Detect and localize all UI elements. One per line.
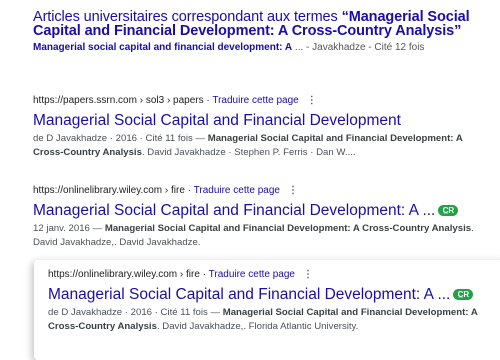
snippet-meta: 12 janv. 2016 — bbox=[33, 223, 105, 234]
result-title[interactable]: Managerial Social Capital and Financial … bbox=[48, 286, 498, 304]
snippet-rest: . David Javakhadze · Stephen P. Ferris ·… bbox=[141, 147, 356, 158]
result-snippet: de D Javakhadze · 2016 · Cité 11 fois — … bbox=[48, 306, 498, 334]
result-title-text[interactable]: Managerial Social Capital and Financial … bbox=[33, 202, 435, 219]
search-result-wiley-1: https://onlinelibrary.wiley.com › fire ·… bbox=[33, 185, 495, 250]
result-title[interactable]: Managerial Social Capital and Financial … bbox=[33, 112, 495, 130]
search-result-wiley-2-card: https://onlinelibrary.wiley.com › fire ·… bbox=[34, 260, 500, 360]
snippet-meta: de D Javakhadze · 2016 · Cité 11 fois — bbox=[48, 307, 223, 318]
scholar-block: Articles universitaires correspondant au… bbox=[33, 10, 498, 54]
result-snippet: de D Javakhadze · 2016 · Cité 11 fois — … bbox=[33, 132, 495, 160]
scholar-sub-rest: ... - Javakhadze - Cité 12 fois bbox=[292, 42, 425, 53]
scholar-subline: Managerial social capital and financial … bbox=[33, 42, 498, 54]
translate-link[interactable]: Traduire cette page bbox=[194, 185, 280, 196]
result-url[interactable]: https://onlinelibrary.wiley.com › fire bbox=[33, 185, 185, 196]
snippet-meta: de D Javakhadze · 2016 · Cité 11 fois — bbox=[33, 133, 208, 144]
snippet-rest: . David Javakhadze,. Florida Atlantic Un… bbox=[156, 321, 359, 332]
url-separator: · bbox=[199, 269, 209, 280]
scholar-title[interactable]: Articles universitaires correspondant au… bbox=[33, 10, 498, 39]
translate-link[interactable]: Traduire cette page bbox=[212, 95, 298, 106]
scholar-sub-link[interactable]: Managerial social capital and financial … bbox=[33, 42, 292, 53]
result-url[interactable]: https://onlinelibrary.wiley.com › fire bbox=[48, 269, 200, 280]
search-result-wiley-2: https://onlinelibrary.wiley.com › fire ·… bbox=[48, 269, 498, 334]
more-options-icon[interactable]: ⋮ bbox=[303, 269, 313, 280]
more-options-icon[interactable]: ⋮ bbox=[307, 95, 317, 106]
result-title-text[interactable]: Managerial Social Capital and Financial … bbox=[48, 286, 450, 303]
result-snippet: 12 janv. 2016 — Managerial Social Capita… bbox=[33, 222, 495, 250]
translate-link[interactable]: Traduire cette page bbox=[209, 269, 295, 280]
result-url-line: https://papers.ssrn.com › sol3 › papers … bbox=[33, 95, 495, 107]
result-url[interactable]: https://papers.ssrn.com › sol3 › papers bbox=[33, 95, 204, 106]
crossref-badge-icon: C̲R bbox=[438, 205, 459, 217]
search-result-ssrn: https://papers.ssrn.com › sol3 › papers … bbox=[33, 95, 495, 160]
result-url-line: https://onlinelibrary.wiley.com › fire ·… bbox=[33, 185, 495, 197]
url-separator: · bbox=[184, 185, 194, 196]
result-title[interactable]: Managerial Social Capital and Financial … bbox=[33, 202, 495, 220]
snippet-bold: Managerial Social Capital and Financial … bbox=[104, 223, 472, 234]
more-options-icon[interactable]: ⋮ bbox=[288, 185, 298, 196]
result-url-line: https://onlinelibrary.wiley.com › fire ·… bbox=[48, 269, 498, 281]
crossref-badge-icon: C̲R bbox=[453, 289, 474, 301]
